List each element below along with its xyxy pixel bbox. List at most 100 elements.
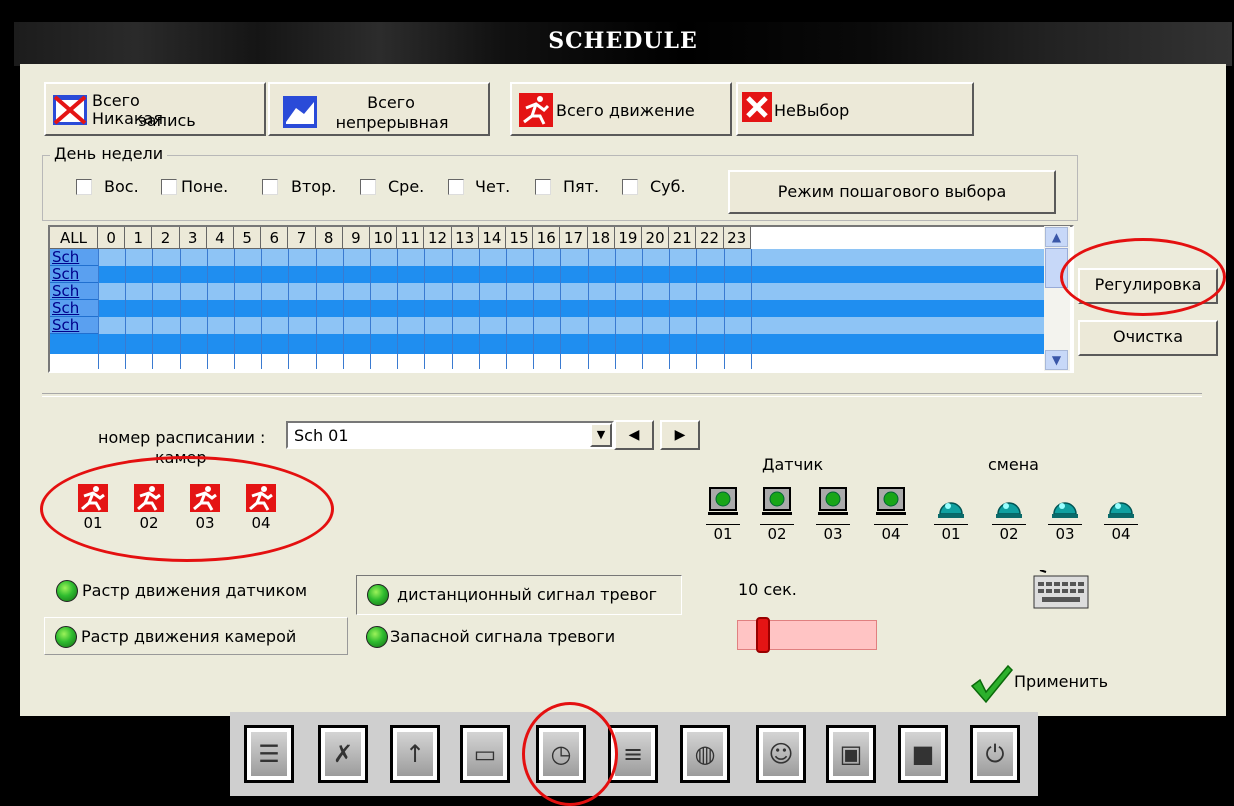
hour-header-14[interactable]: 14 xyxy=(478,227,506,249)
led-green-icon xyxy=(56,580,78,602)
checkbox-mon[interactable] xyxy=(161,179,177,195)
hour-header-11[interactable]: 11 xyxy=(397,227,425,249)
shift-icon[interactable] xyxy=(994,494,1024,522)
all-motion-button[interactable]: Всего движение xyxy=(510,82,732,136)
hour-header-15[interactable]: 15 xyxy=(506,227,534,249)
clear-button[interactable]: Очистка xyxy=(1078,320,1218,356)
schedule-row-label[interactable]: Sch 03 xyxy=(50,283,98,317)
hour-header-4[interactable]: 4 xyxy=(206,227,234,249)
hour-header-20[interactable]: 20 xyxy=(642,227,670,249)
schedule-row-partial[interactable] xyxy=(50,334,1044,354)
settings-icon[interactable]: ☰ xyxy=(244,725,294,783)
power-icon[interactable]: ⏻ xyxy=(970,725,1020,783)
option-sensor-motion[interactable]: Растр движения датчиком xyxy=(44,575,340,607)
user-icon[interactable]: ☺ xyxy=(756,725,806,783)
camera-motion-label: Растр движения камерой xyxy=(81,627,297,646)
schedule-row[interactable] xyxy=(98,283,1044,300)
hour-header-5[interactable]: 5 xyxy=(234,227,262,249)
hour-header-8[interactable]: 8 xyxy=(315,227,343,249)
schedule-row-label[interactable]: Sch 05 xyxy=(50,317,98,351)
continuous-record-icon xyxy=(283,96,317,128)
day-sat-label: Суб. xyxy=(650,177,686,196)
hour-header-22[interactable]: 22 xyxy=(696,227,724,249)
schedule-row-label[interactable]: Sch 01 xyxy=(50,249,98,283)
grid-line xyxy=(533,249,535,369)
sensor-number: 03 xyxy=(816,524,850,543)
globe-network-icon[interactable]: ◍ xyxy=(680,725,730,783)
shift-icon[interactable] xyxy=(1106,494,1136,522)
checkbox-sun[interactable] xyxy=(76,179,92,195)
checkmark-icon xyxy=(970,664,1014,704)
all-continuous-button[interactable]: Всего непрерывная xyxy=(268,82,490,136)
hour-header-6[interactable]: 6 xyxy=(261,227,289,249)
hour-header-18[interactable]: 18 xyxy=(587,227,615,249)
step-select-mode-button[interactable]: Режим пошагового выбора xyxy=(728,170,1056,214)
motion-record-icon[interactable]: ✗ xyxy=(318,725,368,783)
hour-header-10[interactable]: 10 xyxy=(370,227,398,249)
continuous-label-1: Всего xyxy=(367,93,415,112)
next-schedule-button[interactable]: ▶ xyxy=(660,420,700,450)
hour-header-2[interactable]: 2 xyxy=(152,227,180,249)
chevron-down-icon[interactable]: ▼ xyxy=(590,423,612,447)
checkbox-wed[interactable] xyxy=(360,179,376,195)
hour-header-13[interactable]: 13 xyxy=(451,227,479,249)
hour-header-3[interactable]: 3 xyxy=(179,227,207,249)
hour-header-1[interactable]: 1 xyxy=(125,227,153,249)
shift-number: 04 xyxy=(1104,524,1138,543)
option-backup-alarm[interactable]: Запасной сигнала тревоги xyxy=(362,622,672,654)
hour-header-7[interactable]: 7 xyxy=(288,227,316,249)
disk-icon[interactable]: ▭ xyxy=(460,725,510,783)
hour-header-0[interactable]: 0 xyxy=(98,227,126,249)
checkbox-thu[interactable] xyxy=(448,179,464,195)
schedule-row[interactable] xyxy=(98,300,1044,317)
grid-line xyxy=(152,249,154,369)
keyboard-icon[interactable] xyxy=(1032,569,1090,610)
day-tue-label: Втор. xyxy=(291,177,337,196)
network-icon[interactable]: ↑ xyxy=(390,725,440,783)
grid-line xyxy=(370,249,371,369)
sensor-icon[interactable] xyxy=(818,486,848,515)
option-camera-motion[interactable]: Растр движения камерой xyxy=(44,617,348,655)
monitor-icon[interactable]: ▣ xyxy=(826,725,876,783)
grid-line xyxy=(288,249,290,369)
hour-header-9[interactable]: 9 xyxy=(342,227,370,249)
schedule-row[interactable] xyxy=(98,266,1044,283)
sensor-icon[interactable] xyxy=(876,486,906,515)
prev-schedule-button[interactable]: ◀ xyxy=(614,420,654,450)
schedule-number-select[interactable]: Sch 01 ▼ xyxy=(286,421,614,449)
motion-icon xyxy=(519,93,553,127)
hour-header-19[interactable]: 19 xyxy=(614,227,642,249)
duration-slider[interactable] xyxy=(737,617,877,653)
hour-header-21[interactable]: 21 xyxy=(669,227,697,249)
grid-line xyxy=(179,249,181,369)
hour-header-16[interactable]: 16 xyxy=(533,227,561,249)
apply-button[interactable]: Применить xyxy=(970,660,1130,704)
camera-icon[interactable]: ■ xyxy=(898,725,948,783)
grid-all-header[interactable]: ALL xyxy=(50,227,98,249)
day-fri-label: Пят. xyxy=(563,177,600,196)
title-bar: SCHEDULE xyxy=(14,22,1232,66)
all-no-record-button[interactable]: Всего Никакая запись xyxy=(44,82,266,136)
slider-thumb[interactable] xyxy=(756,617,770,653)
hour-header-23[interactable]: 23 xyxy=(723,227,751,249)
deselect-button[interactable]: НеВыбор xyxy=(736,82,974,136)
schedule-grid[interactable]: ALL 0 1 2 3 4 5 6 7 8 9 10 11 12 13 14 15 16 17 18 19 20 21 22… xyxy=(48,225,1074,373)
grid-scrollbar[interactable]: ▲ ▼ xyxy=(1044,226,1070,371)
schedule-row[interactable] xyxy=(98,249,1044,266)
hour-header-17[interactable]: 17 xyxy=(560,227,588,249)
option-remote-alarm[interactable]: дистанционный сигнал тревог xyxy=(356,575,682,615)
no-record-icon xyxy=(53,95,87,125)
scroll-up-icon[interactable]: ▲ xyxy=(1045,227,1068,247)
shift-icon[interactable] xyxy=(936,494,966,522)
scroll-down-icon[interactable]: ▼ xyxy=(1045,350,1068,370)
schedule-row[interactable] xyxy=(98,317,1044,334)
hour-header-12[interactable]: 12 xyxy=(424,227,452,249)
schedule-row-label[interactable]: Sch 04 xyxy=(50,300,98,334)
sensor-icon[interactable] xyxy=(762,486,792,515)
checkbox-fri[interactable] xyxy=(535,179,551,195)
schedule-row-label[interactable]: Sch 02 xyxy=(50,266,98,300)
checkbox-sat[interactable] xyxy=(622,179,638,195)
checkbox-tue[interactable] xyxy=(262,179,278,195)
sensor-icon[interactable] xyxy=(708,486,738,515)
shift-icon[interactable] xyxy=(1050,494,1080,522)
